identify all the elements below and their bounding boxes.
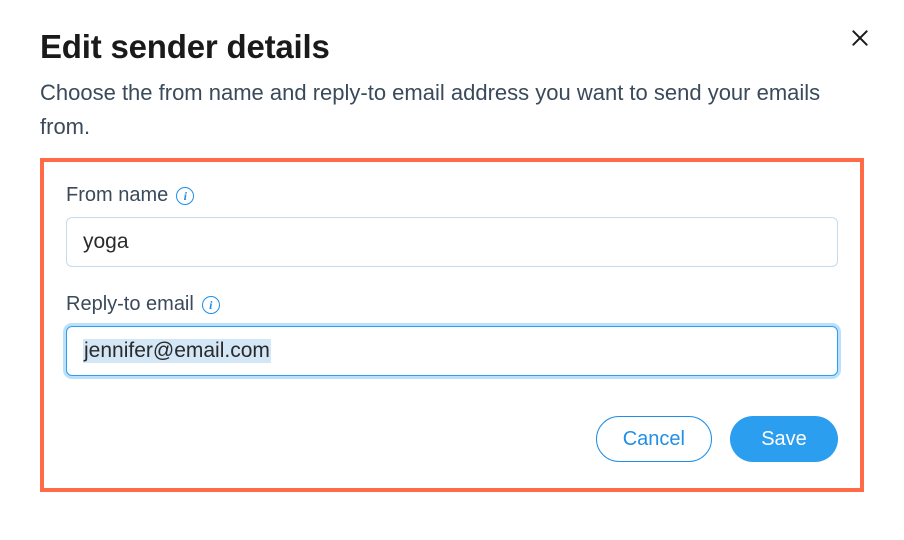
edit-sender-dialog: Edit sender details Choose the from name… xyxy=(0,0,904,512)
info-icon[interactable]: i xyxy=(202,296,220,314)
close-icon xyxy=(850,28,870,48)
from-name-label: From name xyxy=(66,184,168,207)
save-button[interactable]: Save xyxy=(730,416,838,462)
reply-to-label: Reply-to email xyxy=(66,293,194,316)
form-area: From name i yoga Reply-to email i jennif… xyxy=(40,158,864,492)
dialog-actions: Cancel Save xyxy=(66,416,838,462)
reply-to-label-row: Reply-to email i xyxy=(66,293,838,316)
from-name-value: yoga xyxy=(83,230,129,254)
from-name-field: From name i yoga xyxy=(66,184,838,267)
reply-to-field: Reply-to email i jennifer@email.com xyxy=(66,293,838,376)
from-name-input[interactable]: yoga xyxy=(66,217,838,267)
reply-to-value: jennifer@email.com xyxy=(83,339,271,363)
close-button[interactable] xyxy=(846,24,874,52)
from-name-label-row: From name i xyxy=(66,184,838,207)
dialog-subtitle: Choose the from name and reply-to email … xyxy=(40,76,840,144)
info-icon[interactable]: i xyxy=(176,187,194,205)
dialog-title: Edit sender details xyxy=(40,28,864,66)
cancel-button[interactable]: Cancel xyxy=(596,416,712,462)
reply-to-input[interactable]: jennifer@email.com xyxy=(66,326,838,376)
